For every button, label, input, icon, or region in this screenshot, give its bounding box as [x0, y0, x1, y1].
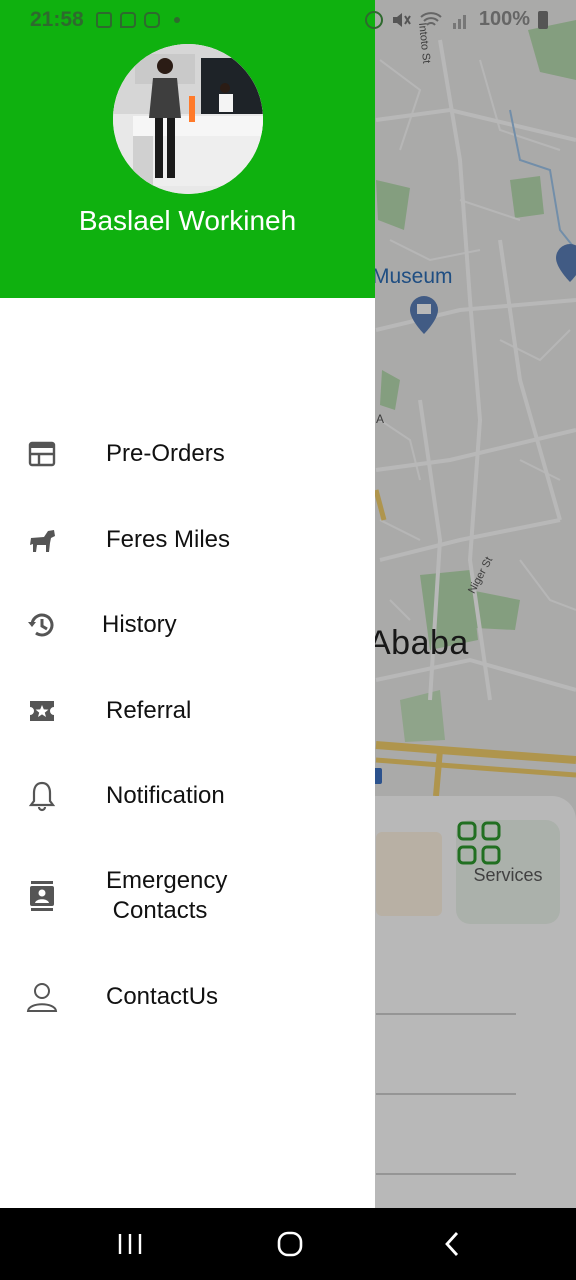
back-button[interactable] [422, 1226, 482, 1262]
history-icon [26, 609, 58, 641]
menu-item-label: Referral [106, 697, 192, 724]
message-icon [119, 12, 136, 28]
calendar-table-icon [26, 438, 58, 470]
home-icon [277, 1231, 303, 1257]
menu-item-label: ContactUs [106, 983, 219, 1010]
home-button[interactable] [260, 1226, 320, 1262]
menu-item-label: Notification [106, 782, 225, 809]
horse-icon [26, 524, 58, 556]
menu-item-history[interactable]: History [0, 610, 375, 640]
recent-apps-button[interactable] [100, 1226, 160, 1262]
menu-item-label: Feres Miles [106, 526, 231, 553]
gallery-icon [95, 12, 112, 28]
menu-item-label: Pre-Orders [106, 440, 225, 467]
user-name: Baslael Workineh [78, 205, 297, 236]
ticket-star-icon [26, 695, 58, 727]
status-time: 21:58 [30, 8, 84, 31]
person-icon [26, 981, 58, 1013]
mute-icon [392, 12, 411, 27]
menu-item-referral[interactable]: Referral [0, 696, 375, 726]
battery-percent: 100% [478, 8, 530, 30]
menu-item-label: History [102, 611, 177, 638]
navigation-drawer: Baslael Workineh Pre-Orders Feres Miles … [0, 0, 375, 1208]
profile-photo [113, 44, 263, 194]
recent-apps-icon [118, 1234, 142, 1254]
battery-icon [538, 10, 548, 29]
back-icon [445, 1232, 459, 1256]
menu-item-pre-orders[interactable]: Pre-Orders [0, 439, 375, 469]
wifi-icon [420, 11, 442, 26]
menu-item-contact-us[interactable]: ContactUs [0, 982, 375, 1012]
alarm-icon [364, 10, 383, 29]
menu-item-emergency-contacts[interactable]: Emergency Contacts [0, 866, 375, 928]
contact-book-icon [26, 880, 58, 912]
dot-icon [173, 17, 180, 23]
avatar[interactable] [113, 44, 263, 194]
menu-item-label: Emergency Contacts [106, 867, 228, 924]
system-nav-bar [0, 1208, 576, 1280]
menu-item-notification[interactable]: Notification [0, 780, 375, 812]
bell-icon [26, 780, 58, 812]
status-bar: 21:58 100% [0, 0, 576, 40]
instagram-icon [143, 12, 160, 28]
signal-icon [452, 14, 466, 29]
menu-item-feres-miles[interactable]: Feres Miles [0, 525, 375, 555]
drawer-header: Baslael Workineh [0, 0, 375, 298]
